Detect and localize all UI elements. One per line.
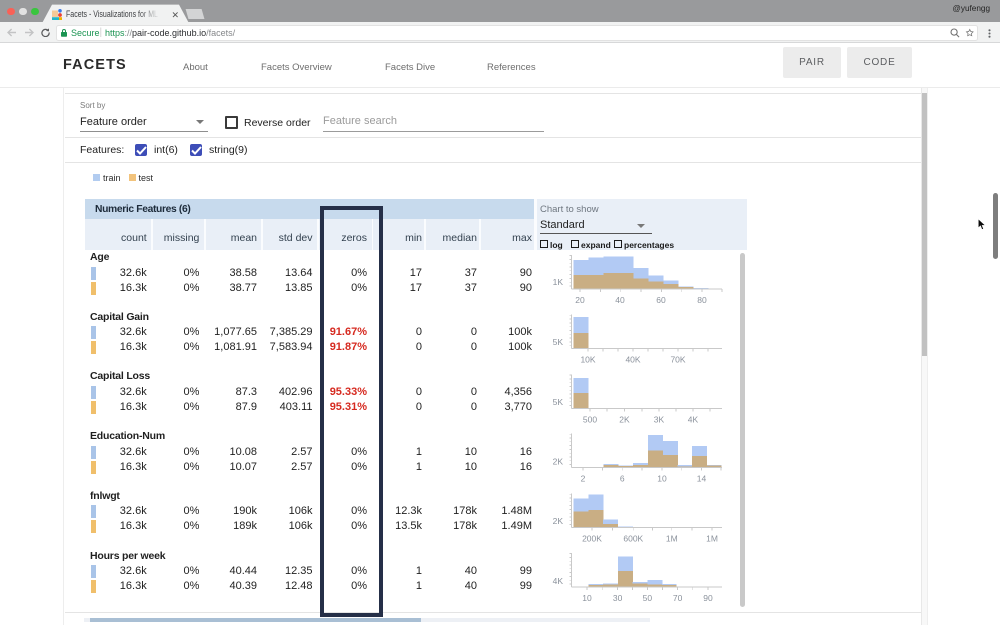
svg-text:600K: 600K xyxy=(623,534,643,544)
svg-text:2: 2 xyxy=(581,474,586,484)
svg-text:70: 70 xyxy=(673,593,683,603)
svg-text:1K: 1K xyxy=(553,277,564,287)
svg-text:10: 10 xyxy=(582,593,592,603)
svg-text:500: 500 xyxy=(583,415,597,425)
svg-text:1M: 1M xyxy=(666,534,678,544)
svg-text:14: 14 xyxy=(697,474,707,484)
svg-text:200K: 200K xyxy=(582,534,602,544)
svg-text:80: 80 xyxy=(697,295,707,305)
svg-text:5K: 5K xyxy=(553,337,564,347)
svg-text:3K: 3K xyxy=(654,415,665,425)
svg-text:10: 10 xyxy=(657,474,667,484)
svg-text:1M: 1M xyxy=(706,534,718,544)
svg-text:2K: 2K xyxy=(619,415,630,425)
svg-text:30: 30 xyxy=(613,593,623,603)
svg-text:40: 40 xyxy=(615,295,625,305)
svg-text:90: 90 xyxy=(703,593,713,603)
svg-text:4K: 4K xyxy=(553,576,564,586)
svg-text:40K: 40K xyxy=(625,355,640,365)
svg-text:2K: 2K xyxy=(553,457,564,467)
svg-text:6: 6 xyxy=(620,474,625,484)
svg-text:60: 60 xyxy=(656,295,666,305)
svg-text:5K: 5K xyxy=(553,397,564,407)
svg-text:20: 20 xyxy=(575,295,585,305)
svg-text:2K: 2K xyxy=(553,516,564,526)
svg-text:70K: 70K xyxy=(670,355,685,365)
svg-text:4K: 4K xyxy=(688,415,699,425)
svg-text:10K: 10K xyxy=(580,355,595,365)
svg-text:50: 50 xyxy=(643,593,653,603)
